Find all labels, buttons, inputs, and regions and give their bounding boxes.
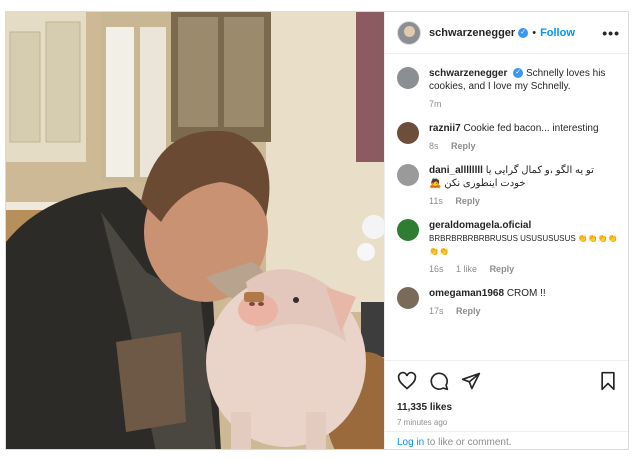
comment-avatar[interactable] <box>397 287 419 309</box>
post-timestamp[interactable]: 7 minutes ago <box>397 418 447 427</box>
comment-time[interactable]: 16s <box>429 264 444 274</box>
comment-username[interactable]: geraldomagela.oficial <box>429 220 531 231</box>
action-bar <box>385 360 628 400</box>
author-avatar[interactable] <box>397 20 421 45</box>
comment-username[interactable]: dani_allllllll <box>429 165 483 176</box>
more-options-icon[interactable]: ••• <box>602 25 620 41</box>
reply-button[interactable]: Reply <box>456 306 481 316</box>
follow-button[interactable]: Follow <box>540 27 575 39</box>
comment-username[interactable]: raznii7 <box>429 123 461 134</box>
comment-time[interactable]: 7m <box>429 99 442 109</box>
comment-username[interactable]: schwarzenegger <box>429 68 507 79</box>
comment-time[interactable]: 17s <box>429 306 444 316</box>
comment-icon[interactable] <box>429 371 449 391</box>
comment-text: BRBRBRBRBRBRUSUS USUSUSUSUS 👏👏👏👏👏👏 <box>429 234 618 256</box>
verified-badge-icon: ✓ <box>518 27 529 38</box>
comment-text: Cookie fed bacon... interesting <box>463 123 599 134</box>
post-header: schwarzenegger ✓ • Follow ••• <box>385 12 628 54</box>
comment-time[interactable]: 8s <box>429 141 439 151</box>
comment-item: raznii7 Cookie fed bacon... interesting … <box>385 115 628 157</box>
comment-time[interactable]: 11s <box>429 196 443 206</box>
comment-username[interactable]: omegaman1968 <box>429 288 504 299</box>
verified-badge-icon: ✓ <box>513 68 524 79</box>
comment-item: omegaman1968 CROM !! 17s Reply <box>385 280 628 322</box>
post-photo[interactable] <box>6 12 384 449</box>
reply-button[interactable]: Reply <box>451 141 476 151</box>
login-link[interactable]: Log in <box>397 437 424 448</box>
instagram-embed: schwarzenegger ✓ • Follow ••• schwarzene… <box>5 11 629 450</box>
photo-illustration <box>6 12 384 449</box>
comment-avatar[interactable] <box>397 122 419 144</box>
heart-icon[interactable] <box>397 371 417 391</box>
post-panel: schwarzenegger ✓ • Follow ••• schwarzene… <box>384 12 628 449</box>
comment-meta: 11s Reply <box>429 195 620 208</box>
comment-avatar[interactable] <box>397 219 419 241</box>
comment-meta: 16s 1 like Reply <box>429 263 620 276</box>
comment-likes[interactable]: 1 like <box>456 264 477 274</box>
comment-text: CROM !! <box>506 288 546 299</box>
login-prompt: Log in to like or comment. <box>385 431 628 449</box>
like-count[interactable]: 11,335 likes <box>397 402 452 413</box>
comment-item: geraldomagela.oficial BRBRBRBRBRBRUSUS U… <box>385 212 628 280</box>
login-prompt-text: to like or comment. <box>424 437 512 448</box>
caption: schwarzenegger ✓ Schnelly loves his cook… <box>385 60 628 115</box>
comment-meta: 17s Reply <box>429 305 620 318</box>
reply-button[interactable]: Reply <box>490 264 515 274</box>
separator-dot: • <box>532 26 537 39</box>
comment-meta: 7m <box>429 98 620 111</box>
bookmark-icon[interactable] <box>598 371 618 391</box>
author-username[interactable]: schwarzenegger <box>429 27 515 39</box>
comment-item: dani_allllllll تو یه الگو ،و کمال گرایی … <box>385 157 628 212</box>
comment-avatar[interactable] <box>397 164 419 186</box>
comment-avatar[interactable] <box>397 67 419 89</box>
comments-list[interactable]: schwarzenegger ✓ Schnelly loves his cook… <box>385 60 628 360</box>
comment-meta: 8s Reply <box>429 140 620 153</box>
share-icon[interactable] <box>461 371 481 391</box>
reply-button[interactable]: Reply <box>455 196 480 206</box>
